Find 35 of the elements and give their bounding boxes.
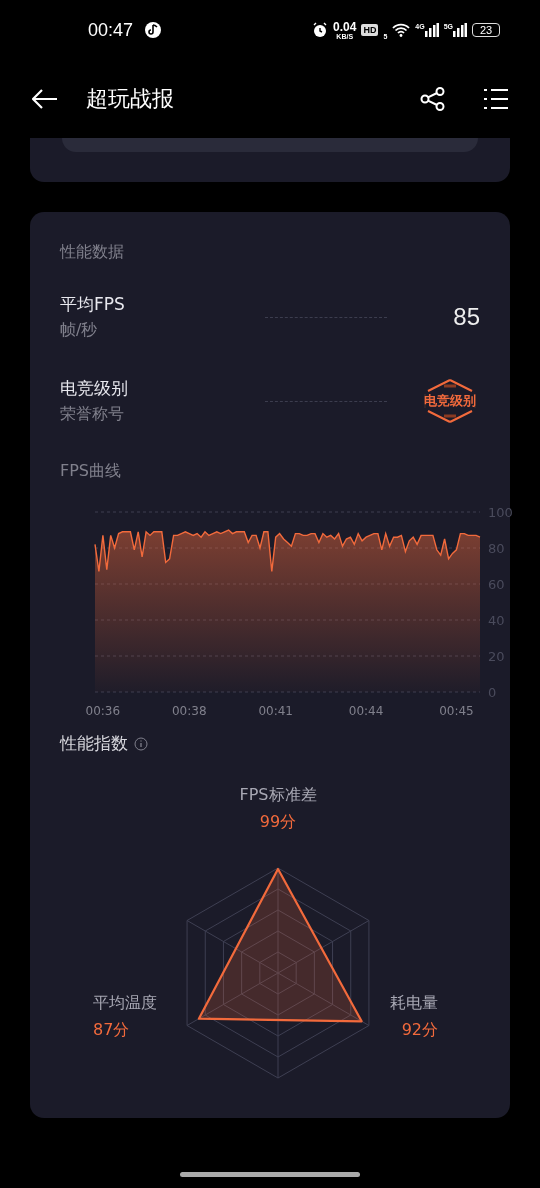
wifi-icon <box>392 23 411 37</box>
axis-label: 00:38 <box>172 704 207 718</box>
page-title: 超玩战报 <box>86 85 175 113</box>
chart-title: FPS曲线 <box>60 461 122 482</box>
signal-icon <box>453 23 467 37</box>
metric-value: 85 <box>452 303 480 331</box>
score-value: 87分 <box>93 1020 130 1041</box>
radar-axis-label: 耗电量 <box>390 993 438 1014</box>
axis-label: 00:36 <box>85 704 121 718</box>
share-button[interactable] <box>420 87 446 111</box>
metric-label: 平均FPS <box>60 293 126 316</box>
clock-time: 00:47 <box>88 19 134 41</box>
section-title: 性能指数 <box>60 732 128 755</box>
hd-badge: HD <box>361 24 379 36</box>
menu-button[interactable] <box>484 89 508 109</box>
battery-level: 23 <box>472 23 500 37</box>
radar-axis-label: 平均温度 <box>93 993 157 1014</box>
axis-label: 00:44 <box>348 704 384 718</box>
info-icon[interactable] <box>134 736 148 751</box>
signal-icon <box>424 23 439 37</box>
axis-label: 00:41 <box>258 704 293 718</box>
axis-label: 00:45 <box>439 704 474 718</box>
axis-label: 100 <box>488 505 513 520</box>
score-value: 99分 <box>259 812 297 833</box>
metric-label: 电竞级别 <box>60 377 129 400</box>
network-speed: 0.04 <box>333 20 357 33</box>
section-title: 性能数据 <box>60 242 125 263</box>
score-value: 92分 <box>401 1020 438 1041</box>
back-button[interactable] <box>32 89 58 109</box>
app-icon <box>145 22 162 38</box>
radar-axis-label: FPS标准差 <box>239 785 317 806</box>
metric-unit: 帧/秒 <box>60 320 99 341</box>
rank-badge-text: 电竞级别 <box>424 392 476 410</box>
alarm-icon <box>312 22 329 38</box>
metric-unit: 荣誉称号 <box>60 404 125 425</box>
